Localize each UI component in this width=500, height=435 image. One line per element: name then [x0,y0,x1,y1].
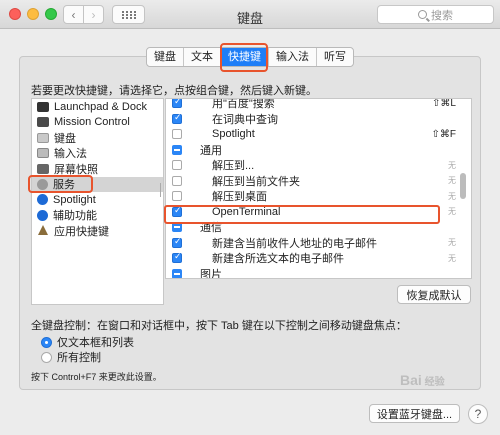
category-list[interactable]: Launchpad & Dock Mission Control 键盘 输入法 屏幕快照… [31,98,164,305]
shortcut-list-scrollbar[interactable] [460,173,466,199]
radio-indicator [41,351,52,363]
shortcut-row[interactable]: 新建含当前收件人地址的电子邮件 无 [166,235,462,251]
category-item[interactable]: Launchpad & Dock [32,99,163,115]
control-f7-note: 按下 Control+F7 来更改此设置。 [31,372,162,382]
radio-text-and-lists[interactable]: 仅文本框和列表 [41,334,134,350]
shortcut-checkbox[interactable] [172,112,182,124]
category-label: 输入法 [54,148,87,161]
annotation-highlight-openterminal [164,205,440,224]
shortcut-key[interactable]: 无 [448,253,456,264]
category-label: 键盘 [54,132,76,145]
shortcut-row[interactable]: 解压到... 无 [166,157,462,173]
shortcut-group[interactable]: 图片 [166,266,462,279]
help-button[interactable]: ? [468,404,488,424]
shortcut-key[interactable]: 无 [448,191,456,202]
shortcut-key[interactable]: 无 [448,237,456,248]
screenshot-icon [37,163,49,174]
shortcut-row[interactable]: Spotlight ⇧⌘F [166,126,462,142]
app-shortcuts-icon [37,225,49,236]
category-item[interactable]: Spotlight [32,192,163,208]
shortcut-key[interactable]: 无 [448,206,456,217]
keyboard-icon [37,132,49,143]
shortcut-label: 用"百度"搜索 [212,98,275,110]
input-method-icon [37,148,49,159]
annotation-highlight-tab [220,43,268,72]
annotation-highlight-services [28,175,93,193]
category-label: 辅助功能 [53,210,97,223]
shortcut-checkbox[interactable] [172,160,182,170]
tab-4[interactable]: 听写 [317,48,353,66]
setup-bluetooth-keyboard-button[interactable]: 设置蓝牙键盘... [369,404,460,423]
category-item[interactable]: 辅助功能 [32,208,163,224]
list-splitter[interactable] [158,183,163,197]
shortcut-checkbox[interactable] [172,129,182,139]
disclosure-icon[interactable] [172,144,182,155]
shortcut-label: 解压到当前文件夹 [212,175,300,188]
shortcut-checkbox[interactable] [172,99,182,108]
shortcut-checkbox[interactable] [172,251,182,263]
mission-control-icon [37,117,49,128]
category-label: Mission Control [54,116,130,129]
category-item[interactable]: 应用快捷键 [32,223,163,239]
radio-label: 所有控制 [57,352,101,364]
shortcut-group[interactable]: 通用 [166,142,462,158]
shortcut-label: 解压到... [212,160,255,172]
shortcut-label: 解压到桌面 [212,191,267,203]
search-placeholder: 搜索 [431,9,453,22]
shortcut-row[interactable]: 新建含所选文本的电子邮件 无 [166,250,462,266]
group-label: 通用 [200,144,222,157]
disclosure-icon[interactable] [172,268,182,278]
shortcut-row[interactable]: 解压到当前文件夹 无 [166,173,462,189]
search-icon [418,10,427,19]
title-bar: ‹ › 键盘 搜索 [0,0,500,29]
shortcut-label: 新建含所选文本的电子邮件 [212,253,344,265]
shortcut-key[interactable]: 无 [448,160,456,171]
category-item[interactable]: 输入法 [32,146,163,162]
shortcut-key[interactable]: ⇧⌘F [432,129,457,140]
category-item[interactable]: Mission Control [32,115,163,131]
tab-0[interactable]: 键盘 [147,48,184,66]
shortcut-checkbox[interactable] [172,191,182,201]
category-item[interactable]: 键盘 [32,130,163,146]
instruction-text: 若要更改快捷键，请选择它，点按组合键，然后键入新键。 [31,85,317,97]
tab-1[interactable]: 文本 [184,48,221,66]
spotlight-icon [37,194,48,206]
category-label: Launchpad & Dock [54,100,147,113]
launchpad-icon [37,101,49,112]
radio-all-controls[interactable]: 所有控制 [41,349,101,365]
category-label: 应用快捷键 [54,225,109,238]
category-label: Spotlight [53,193,96,206]
shortcut-label: 在词典中查询 [212,113,278,126]
shortcut-label: Spotlight [212,128,255,140]
shortcut-label: 新建含当前收件人地址的电子邮件 [212,237,377,250]
keyboard-control-label: 全键盘控制：在窗口和对话框中，按下 Tab 键在以下控制之间移动键盘焦点： [31,320,407,332]
group-label: 图片 [200,268,222,279]
radio-label: 仅文本框和列表 [57,337,134,349]
search-field[interactable]: 搜索 [377,5,494,24]
shortcut-key[interactable]: ⇧⌘L [432,99,456,109]
accessibility-icon [37,209,48,221]
watermark-logo: Bai 经验 [400,372,445,388]
restore-defaults-button[interactable]: 恢复成默认 [397,285,471,304]
shortcut-row[interactable]: 解压到桌面 无 [166,188,462,204]
shortcut-list[interactable]: 用"百度"搜索⇧⌘L在词典中查询Spotlight⇧⌘F通用解压到...无解压到… [165,98,472,279]
shortcut-key[interactable]: 无 [448,175,456,186]
shortcut-row[interactable]: 在词典中查询 [166,111,462,127]
radio-indicator [41,336,52,348]
shortcut-row[interactable]: 用"百度"搜索 ⇧⌘L [166,98,462,111]
shortcut-checkbox[interactable] [172,236,182,248]
shortcut-checkbox[interactable] [172,175,182,186]
tab-3[interactable]: 输入法 [269,48,317,66]
